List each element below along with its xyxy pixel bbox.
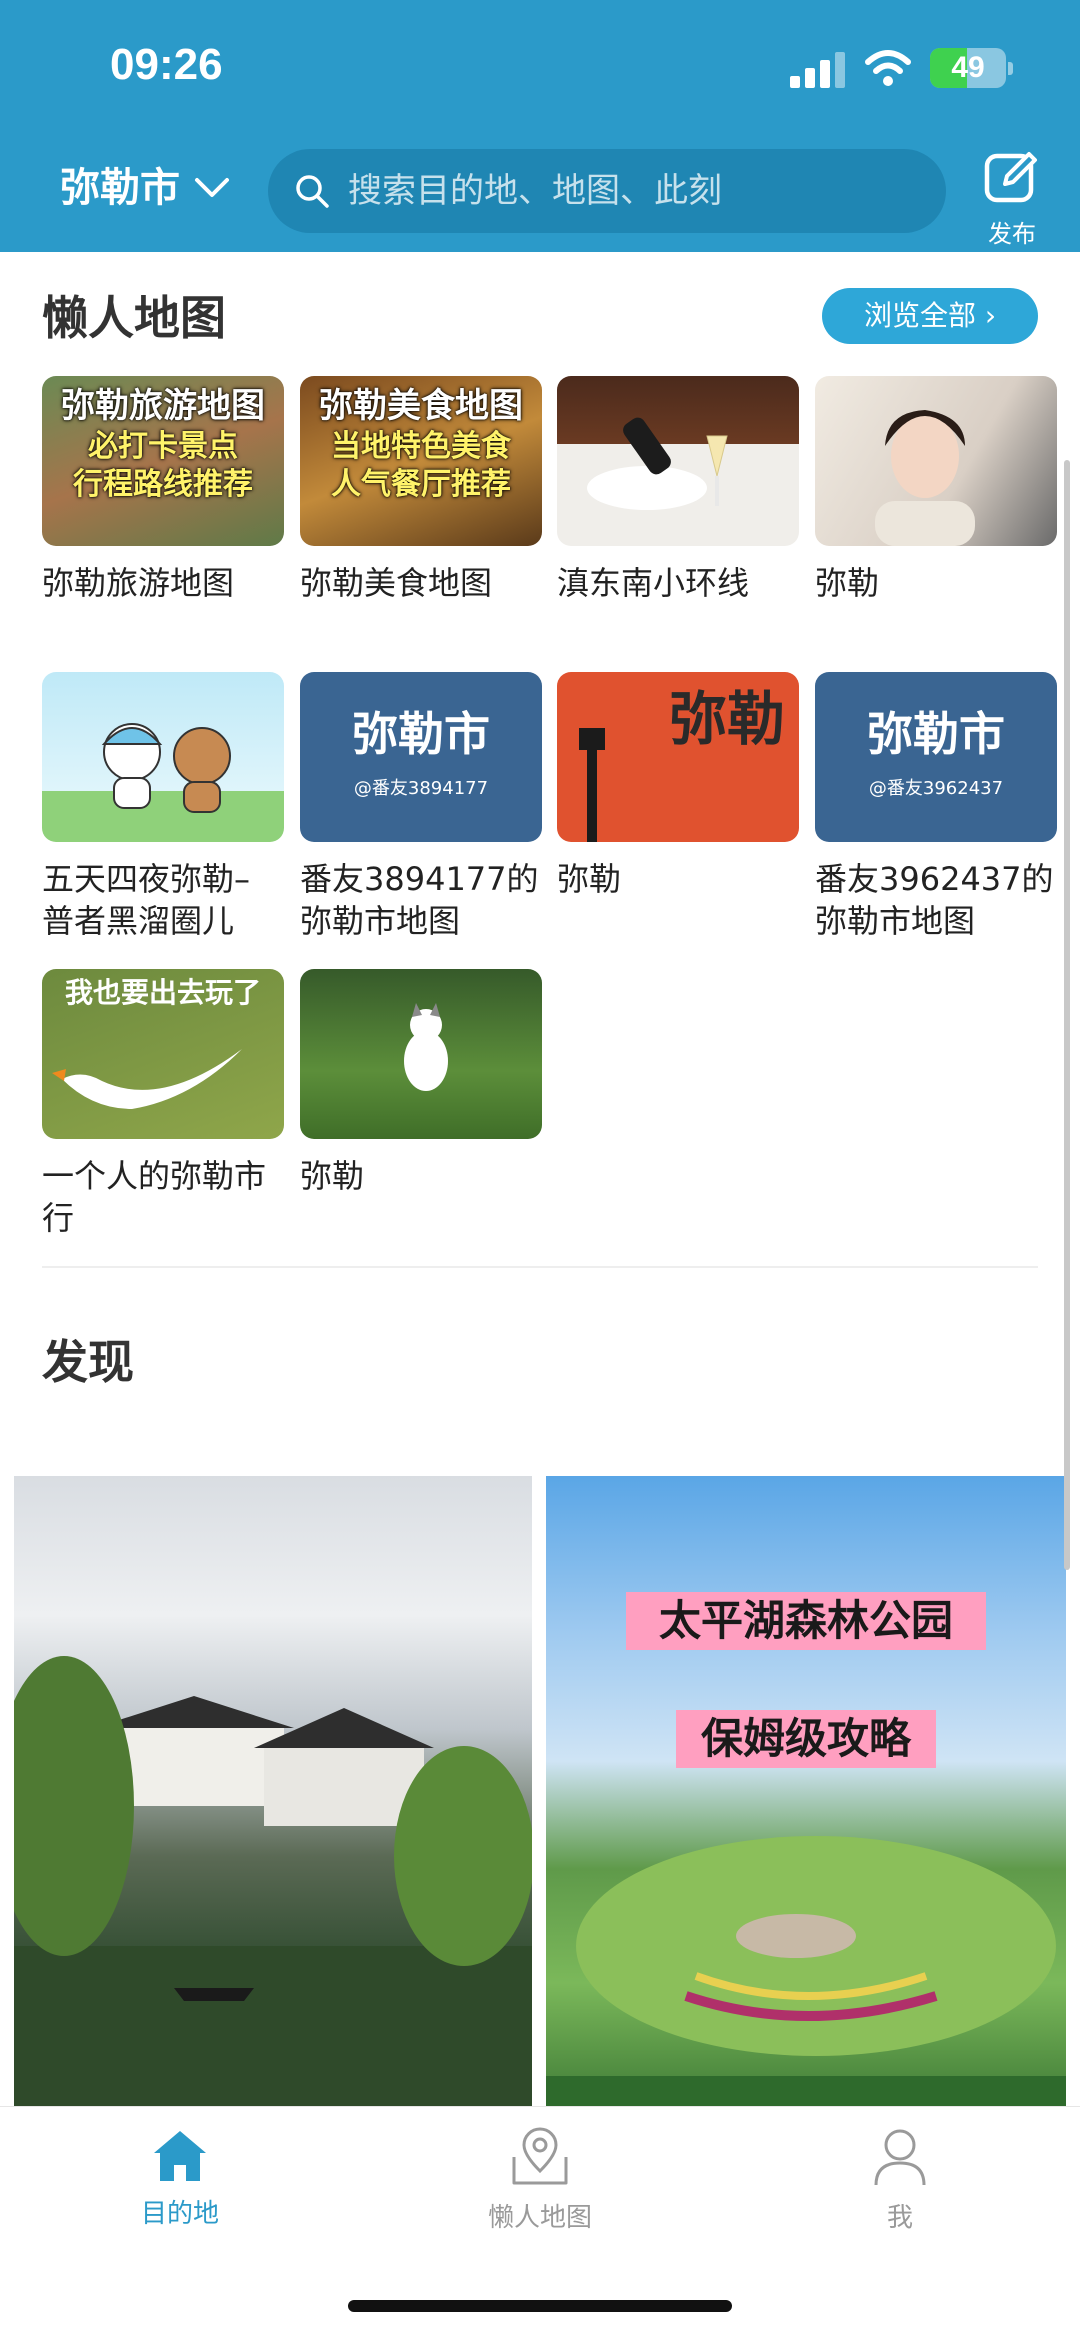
search-icon [296, 175, 329, 208]
map-card[interactable]: 弥勒市 @番友3962437 番友3962437的 弥勒市地图 [815, 672, 1057, 942]
map-card-name: 弥勒 [815, 564, 880, 602]
edit-icon [984, 152, 1037, 203]
map-card[interactable]: 弥勒旅游地图 必打卡景点 行程路线推荐 弥勒旅游地图 [42, 376, 284, 604]
tab-lazy-maps[interactable]: 懒人地图 [440, 2127, 640, 2234]
lazy-maps-title: 懒人地图 [42, 291, 226, 345]
cute-bears-image [101, 723, 231, 813]
discover-post[interactable] [14, 1476, 532, 2110]
battery-indicator: 49 [930, 48, 1013, 88]
city-label: 弥勒市 [60, 165, 180, 211]
thumb-user: @番友3962437 [868, 778, 1004, 799]
status-bar: 09:26 49 [0, 0, 1080, 140]
map-thumbnail: 我也要出去玩了 [42, 969, 284, 1139]
map-thumbnail: 弥勒旅游地图 必打卡景点 行程路线推荐 [42, 376, 284, 546]
map-card-name: 番友3962437的 弥勒市地图 [815, 860, 1054, 940]
map-card[interactable]: 滇东南小环线 [557, 376, 799, 604]
park-aerial-image [546, 1836, 1066, 2110]
map-thumbnail [815, 376, 1057, 546]
map-card-name: 一个人的弥勒市 行 [42, 1157, 267, 1237]
map-card[interactable]: 五天四夜弥勒– 普者黑溜圈儿 [42, 672, 284, 942]
browse-all-label: 浏览全部 [863, 299, 976, 332]
map-thumbnail [557, 376, 799, 546]
top-header: 09:26 49 弥勒市 搜索目的地、地图、此刻 发布 [0, 0, 1080, 252]
search-input[interactable] [348, 171, 908, 211]
map-thumbnail [300, 969, 542, 1139]
map-thumbnail: 弥勒美食地图 当地特色美食 人气餐厅推荐 [300, 376, 542, 546]
city-selector[interactable]: 弥勒市 [60, 160, 230, 216]
map-card[interactable]: 弥勒 [815, 376, 1057, 604]
thumb-title: 弥勒美食地图 [319, 386, 523, 426]
tab-profile[interactable]: 我 [800, 2127, 1000, 2234]
tab-label: 我 [886, 2203, 913, 2233]
map-card[interactable]: 弥勒美食地图 当地特色美食 人气餐厅推荐 弥勒美食地图 [300, 376, 542, 604]
map-card-name: 弥勒 [557, 860, 622, 898]
thumb-sign: 弥勒 [668, 685, 785, 753]
map-card[interactable]: 弥勒市 @番友3894177 番友3894177的 弥勒市地图 [300, 672, 542, 942]
champagne-bottle-image [587, 417, 728, 510]
thumb-line: 人气餐厅推荐 [331, 467, 511, 502]
tab-label: 目的地 [140, 2199, 219, 2229]
tab-destination[interactable]: 目的地 [80, 2127, 280, 2230]
map-card-name: 番友3894177的 弥勒市地图 [300, 860, 539, 940]
map-card[interactable]: 弥勒 弥勒 [557, 672, 799, 900]
battery-tip [1008, 62, 1013, 75]
water-town-image [14, 1656, 532, 2110]
map-card-name: 滇东南小环线 [557, 564, 750, 602]
thumbnail-overlay: 弥勒旅游地图 必打卡景点 行程路线推荐 [42, 376, 284, 546]
map-card-name: 弥勒 [300, 1157, 365, 1195]
battery-level: 49 [951, 51, 985, 84]
status-time: 09:26 [110, 40, 223, 89]
map-card-name: 弥勒旅游地图 [42, 564, 235, 602]
section-divider [42, 1266, 1038, 1268]
cellular-signal-icon [790, 52, 845, 88]
wifi-icon [865, 50, 911, 86]
map-thumbnail: 弥勒 [557, 672, 799, 842]
thumb-city: 弥勒市 [867, 707, 1005, 761]
discover-post[interactable]: 太平湖森林公园 保姆级攻略 [546, 1476, 1066, 2110]
publish-button[interactable]: 发布 [978, 148, 1046, 249]
thumb-line: 必打卡景点 [88, 429, 238, 464]
user-icon [874, 2129, 926, 2186]
thumb-title: 弥勒旅游地图 [61, 386, 265, 426]
search-bar[interactable] [268, 149, 946, 233]
map-thumbnail: 弥勒市 @番友3894177 [300, 672, 542, 842]
publish-label: 发布 [988, 220, 1036, 248]
thumbnail-overlay: 弥勒美食地图 当地特色美食 人气餐厅推荐 [300, 376, 542, 546]
map-pin-icon [512, 2127, 568, 2185]
browse-all-button[interactable]: 浏览全部 › [822, 288, 1038, 344]
chevron-down-icon [195, 178, 229, 197]
home-icon [154, 2131, 206, 2181]
thumbnail-overlay: 弥勒市 @番友3962437 [815, 672, 1057, 842]
map-card[interactable]: 我也要出去玩了 一个人的弥勒市 行 [42, 969, 284, 1239]
discover-title: 发现 [42, 1335, 134, 1389]
thumb-user: @番友3894177 [353, 778, 489, 799]
app-root: 09:26 49 弥勒市 搜索目的地、地图、此刻 发布 懒人地图 浏览全部 › … [0, 0, 1080, 2337]
map-card-name: 五天四夜弥勒– 普者黑溜圈儿 [42, 860, 251, 940]
scrollbar[interactable] [1064, 460, 1070, 1570]
portrait-image [875, 410, 975, 546]
thumb-line: 行程路线推荐 [73, 467, 253, 502]
map-card[interactable]: 弥勒 [300, 969, 542, 1197]
thumb-line: 当地特色美食 [331, 429, 511, 464]
goose-image [52, 1049, 242, 1109]
map-thumbnail: 弥勒市 @番友3962437 [815, 672, 1057, 842]
cat-image [404, 1003, 448, 1091]
thumb-city: 弥勒市 [352, 707, 490, 761]
thumbnail-overlay: 弥勒市 @番友3894177 [300, 672, 542, 842]
map-card-name: 弥勒美食地图 [300, 564, 493, 602]
map-thumbnail [42, 672, 284, 842]
chevron-right-icon: › [984, 299, 997, 332]
home-indicator [348, 2300, 732, 2312]
tab-label: 懒人地图 [487, 2203, 592, 2233]
